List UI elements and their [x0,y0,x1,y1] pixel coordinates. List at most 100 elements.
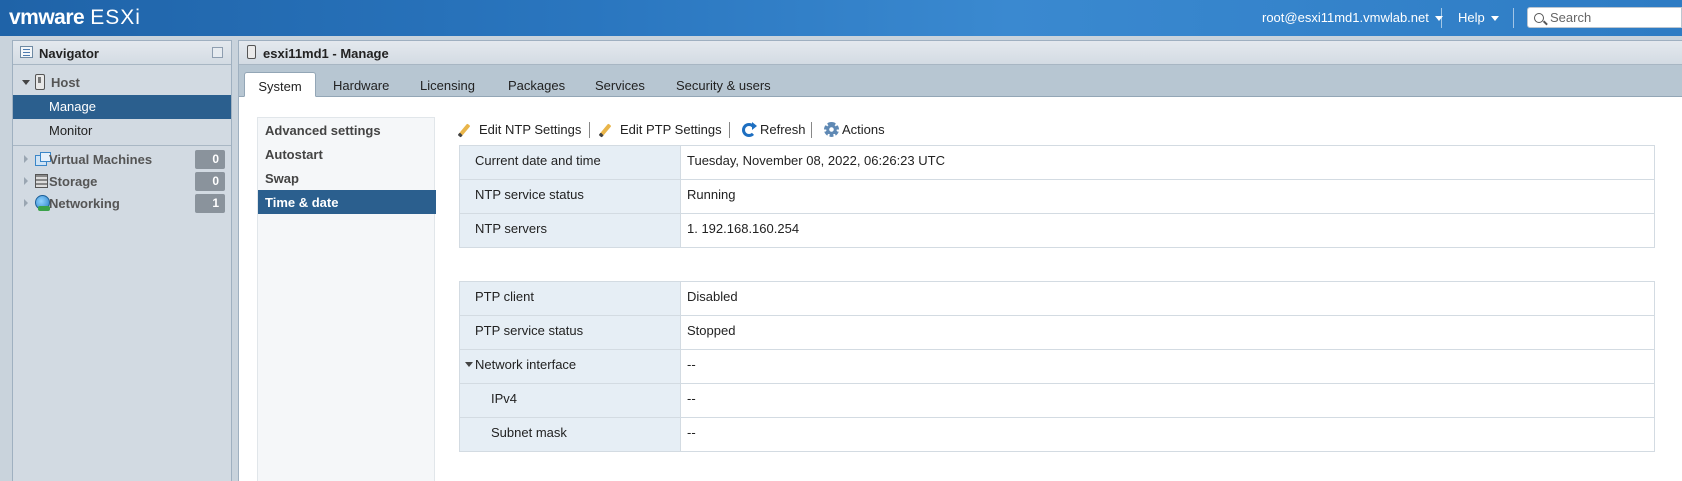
caret-down-icon[interactable] [465,362,473,367]
table-row-network-interface[interactable]: Network interface -- [460,350,1654,384]
row-value: Stopped [680,316,1654,349]
subnav-autostart[interactable]: Autostart [258,142,436,166]
row-label: IPv4 [460,384,680,417]
nav-item-virtual-machines[interactable]: Virtual Machines 0 [13,148,231,172]
table-row: IPv4 -- [460,384,1654,418]
nav-item-networking[interactable]: Networking 1 [13,192,231,216]
search-input[interactable]: Search [1527,7,1682,28]
main-header: esxi11md1 - Manage [239,41,1682,65]
caret-right-icon[interactable] [24,155,28,163]
tab-licensing[interactable]: Licensing [420,72,475,97]
subnav-advanced-settings[interactable]: Advanced settings [258,118,436,142]
pencil-icon [598,123,612,138]
tab-label: Services [595,78,645,93]
nav-item-label: Networking [49,196,120,211]
tab-label: Packages [508,78,566,93]
tab-security-users[interactable]: Security & users [676,72,771,97]
caret-down-icon[interactable] [22,80,30,85]
chevron-down-icon [1490,16,1499,22]
count-badge: 0 [195,150,225,169]
navigator-panel: Navigator Host Manage Monitor Virtual Ma… [12,40,232,481]
caret-right-icon[interactable] [24,199,28,207]
gear-icon [824,122,839,137]
divider [729,122,730,138]
subnav-label: Time & date [265,195,339,210]
table-row: NTP servers 1. 192.168.160.254 [460,214,1654,248]
row-label: NTP servers [460,214,680,247]
collapse-icon[interactable] [212,47,223,58]
user-name: root@esxi11md1.vmwlab.net [1262,10,1429,25]
table-row: PTP client Disabled [460,282,1654,316]
row-label: Current date and time [460,146,680,179]
pencil-icon [457,123,471,138]
nav-item-label: Host [51,75,80,90]
refresh-button[interactable]: Refresh [740,119,806,141]
nav-item-monitor[interactable]: Monitor [13,119,231,143]
table-row: Subnet mask -- [460,418,1654,452]
subnav-label: Autostart [265,147,323,162]
button-label: Actions [842,122,885,137]
subnav-label: Advanced settings [265,123,381,138]
subnav-label: Swap [265,171,299,186]
navigator-title: Navigator [39,46,99,61]
row-value: 1. 192.168.160.254 [680,214,1654,247]
product-text: ESXi [90,6,141,29]
row-label: Subnet mask [460,418,680,451]
row-label: PTP service status [460,316,680,349]
tab-packages[interactable]: Packages [508,72,565,97]
nav-item-host[interactable]: Host [13,71,231,95]
nav-item-storage[interactable]: Storage 0 [13,170,231,194]
divider [589,122,590,138]
main-panel: esxi11md1 - Manage System Hardware Licen… [238,40,1682,481]
tab-label: Security & users [676,78,771,93]
divider [811,122,812,138]
edit-ntp-settings-button[interactable]: Edit NTP Settings [457,119,581,141]
system-subnav: Advanced settings Autostart Swap Time & … [257,117,436,481]
tab-services[interactable]: Services [595,72,645,97]
nav-item-manage[interactable]: Manage [13,95,231,119]
top-bar: vmware ESXi root@esxi11md1.vmwlab.net Hel… [0,0,1682,36]
table-row: NTP service status Running [460,180,1654,214]
help-menu[interactable]: Help [1458,10,1499,25]
row-label: Network interface [460,350,680,383]
tab-label: Licensing [420,78,475,93]
count-badge: 1 [195,194,225,213]
row-label: PTP client [460,282,680,315]
table-row: Current date and time Tuesday, November … [460,146,1654,180]
host-icon [247,45,256,59]
tab-label: System [258,79,302,94]
search-placeholder: Search [1550,10,1592,25]
storage-icon [35,174,48,188]
row-value: -- [680,418,1654,451]
subnav-time-date[interactable]: Time & date [258,190,436,214]
search-icon [1534,13,1544,23]
tab-system[interactable]: System [244,72,316,97]
button-label: Edit PTP Settings [620,122,722,137]
ptp-details-table: PTP client Disabled PTP service status S… [459,281,1655,452]
nav-item-label: Virtual Machines [49,152,153,167]
help-label: Help [1458,10,1485,25]
table-row: PTP service status Stopped [460,316,1654,350]
brand-text: vmware [9,6,85,29]
tab-hardware[interactable]: Hardware [333,72,389,97]
caret-right-icon[interactable] [24,177,28,185]
user-menu[interactable]: root@esxi11md1.vmwlab.net [1262,10,1443,25]
divider [1513,8,1514,28]
navigator-icon [20,46,33,58]
edit-ptp-settings-button[interactable]: Edit PTP Settings [598,119,722,141]
row-value: -- [680,384,1654,417]
divider [1441,8,1442,28]
navigator-header: Navigator [13,41,231,65]
vmware-esxi-logo[interactable]: vmware ESXi [9,6,141,30]
row-value: Tuesday, November 08, 2022, 06:26:23 UTC [680,146,1654,179]
tab-label: Hardware [333,78,390,93]
count-badge: 0 [195,172,225,191]
actions-button[interactable]: Actions [822,119,885,141]
nav-item-label: Manage [49,99,96,114]
subnav-swap[interactable]: Swap [258,166,436,190]
refresh-icon [742,122,757,137]
ntp-details-table: Current date and time Tuesday, November … [459,145,1655,248]
row-label-text: Network interface [475,357,577,372]
button-label: Refresh [760,122,806,137]
divider [13,145,231,146]
